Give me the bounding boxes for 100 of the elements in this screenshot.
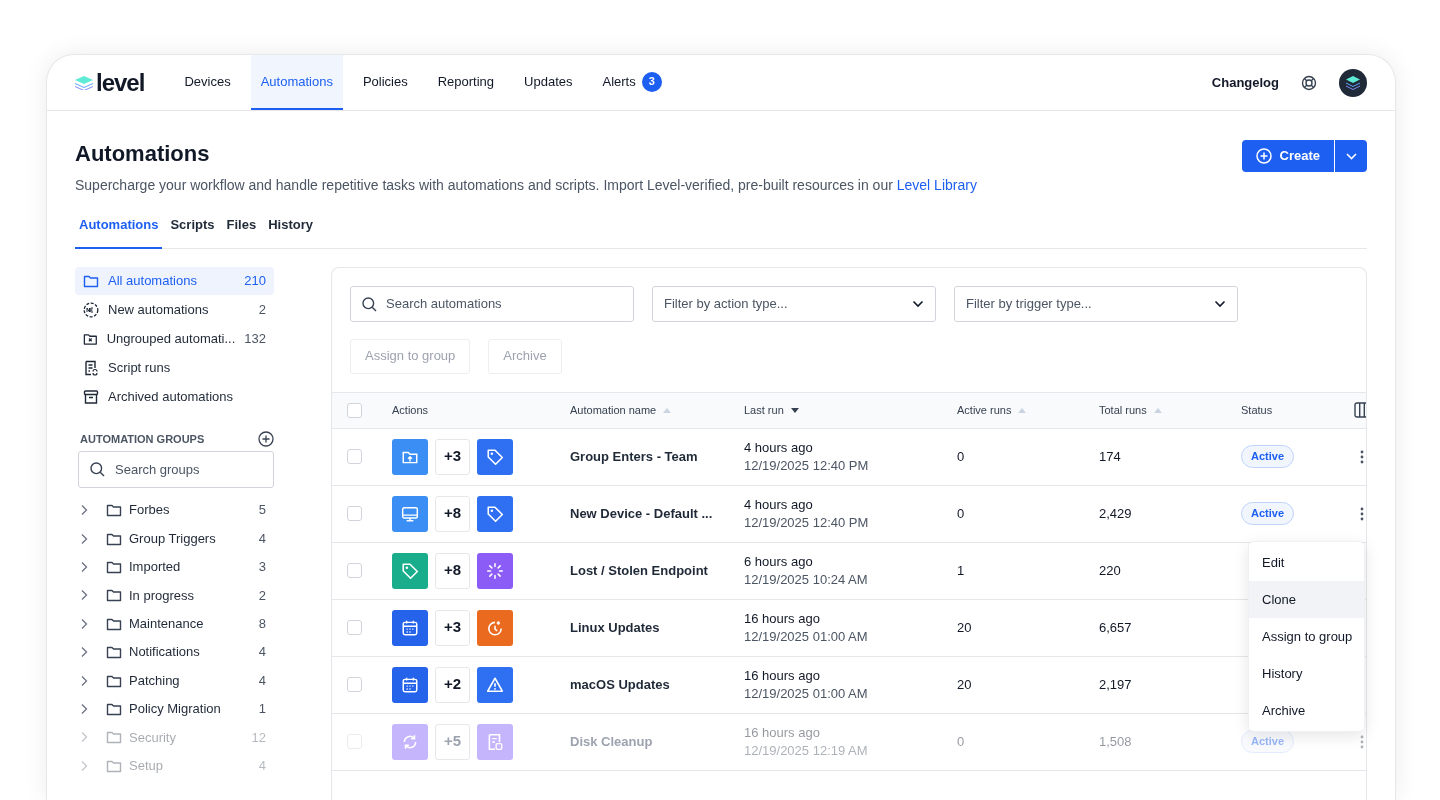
group-item[interactable]: Imported 3 [75, 552, 274, 582]
filter-dropdown[interactable]: Filter by action type... [652, 285, 936, 322]
nav-tab[interactable]: Policies [352, 55, 418, 110]
avatar[interactable] [1339, 68, 1367, 97]
checkbox[interactable] [347, 449, 362, 464]
table-cell: 174 [1099, 448, 1121, 464]
filter-dropdown[interactable]: Filter by trigger type... [954, 285, 1238, 322]
chevron-right-icon [80, 560, 88, 573]
table-cell-text: Linux Updates [570, 618, 661, 637]
action-tile[interactable] [477, 552, 513, 589]
more-actions-count[interactable]: +8 [435, 495, 470, 532]
menu-item[interactable]: Assign to group [1249, 618, 1364, 655]
group-item[interactable]: Policy Migration 1 [75, 694, 274, 724]
column-header[interactable]: Total runs [1099, 401, 1147, 419]
action-tile[interactable] [392, 438, 428, 475]
search-field[interactable]: Search automations [350, 285, 634, 322]
search-field[interactable]: Search groups [78, 451, 274, 488]
menu-item[interactable]: Edit [1249, 544, 1364, 581]
alert-count-badge: 3 [641, 71, 662, 92]
more-actions-count[interactable]: +3 [435, 438, 470, 475]
chevron-down-icon [1214, 299, 1226, 308]
more-actions-count[interactable]: +3 [435, 609, 470, 646]
action-tile[interactable] [392, 723, 428, 760]
checkbox[interactable] [347, 402, 362, 418]
table-cell-text: 12/19/2025 01:00 AM [744, 684, 869, 703]
sidebar-item[interactable]: Script runs [75, 353, 274, 382]
table-cell-text: 16 hours ago [744, 666, 821, 685]
column-header[interactable]: Active runs [957, 401, 1012, 419]
create-button[interactable]: Create [1241, 140, 1334, 172]
section-heading: AUTOMATION GROUPS [80, 431, 205, 447]
chevron-down-icon [912, 299, 924, 308]
action-tile[interactable] [477, 723, 513, 760]
column-header[interactable]: Actions [392, 401, 429, 419]
document-icon [486, 732, 504, 751]
column-header[interactable]: Last run [744, 401, 784, 419]
sidebar-item[interactable]: New automations 2 [75, 295, 274, 324]
sidebar-item[interactable]: All automations 210 [75, 266, 274, 295]
add-icon[interactable] [258, 430, 274, 447]
table-cell: 2,429 [1099, 505, 1132, 521]
status-badge: Active [1241, 445, 1295, 468]
group-item[interactable]: Group Triggers 4 [75, 524, 274, 553]
menu-item[interactable]: Clone [1249, 581, 1364, 618]
table-cell: 220 [1099, 562, 1121, 578]
sidebar-item[interactable]: Archived automations [75, 382, 274, 411]
tab[interactable]: History [264, 215, 317, 249]
nav-tab[interactable]: Alerts 3 [592, 55, 672, 110]
column-header[interactable]: Automation name [570, 401, 657, 419]
menu-item[interactable]: Archive [1249, 692, 1364, 729]
nav-tab[interactable]: Updates [514, 55, 583, 110]
action-tile[interactable] [392, 609, 428, 646]
checkbox[interactable] [347, 677, 362, 692]
archive-box-icon [83, 388, 99, 405]
sidebar-item[interactable]: Ungrouped automati... 132 [75, 324, 274, 353]
table-cell-text: Group Enters - Team [570, 447, 699, 466]
nav-tab[interactable]: Automations [250, 55, 343, 110]
more-vertical-icon[interactable] [1360, 506, 1364, 521]
action-tile[interactable] [392, 552, 428, 589]
group-item[interactable]: In progress 2 [75, 581, 274, 610]
more-actions-count[interactable]: +8 [435, 552, 470, 589]
tab[interactable]: Scripts [166, 215, 219, 249]
sort-down-icon[interactable] [790, 407, 799, 413]
folder-icon [105, 502, 123, 519]
tab[interactable]: Files [222, 215, 261, 249]
action-tile[interactable] [477, 666, 513, 703]
tab[interactable]: Automations [75, 215, 163, 249]
add-icon [1255, 148, 1272, 164]
caret-icon [1345, 152, 1357, 160]
action-tile[interactable] [392, 495, 428, 532]
table-cell-text: 16 hours ago [744, 609, 821, 628]
table-cell: 6,657 [1099, 619, 1132, 635]
folder-icon [105, 587, 123, 604]
library-link[interactable]: Level Library [896, 177, 977, 193]
table-cell-text: 12/19/2025 12:40 PM [744, 513, 870, 532]
checkbox[interactable] [347, 563, 362, 578]
spinner-icon [486, 561, 504, 580]
table-cell: 0 [957, 505, 965, 521]
folder-icon [105, 644, 123, 661]
columns-icon[interactable] [1354, 402, 1366, 418]
action-tile[interactable] [392, 666, 428, 703]
more-actions-count[interactable]: +2 [435, 666, 470, 703]
action-tile[interactable] [477, 495, 513, 532]
folder-icon [105, 729, 123, 746]
group-item[interactable]: Maintenance 8 [75, 609, 274, 638]
checkbox[interactable] [347, 620, 362, 635]
action-tile[interactable] [477, 609, 513, 646]
checkbox[interactable] [347, 506, 362, 521]
create-dropdown-button[interactable] [1335, 140, 1367, 172]
group-item[interactable]: Patching 4 [75, 666, 274, 695]
nav-tab[interactable]: Reporting [427, 55, 505, 110]
help-icon[interactable] [1301, 74, 1317, 91]
more-vertical-icon[interactable] [1360, 449, 1364, 464]
changelog-link[interactable]: Changelog [1211, 72, 1279, 93]
group-item[interactable]: Forbes 5 [75, 496, 274, 525]
menu-item[interactable]: History [1249, 655, 1364, 692]
table-cell-text: 12/19/2025 12:40 PM [744, 456, 870, 475]
group-item[interactable]: Notifications 4 [75, 637, 274, 667]
column-header[interactable]: Status [1241, 401, 1273, 419]
chevron-right-icon [80, 702, 88, 715]
action-tile[interactable] [477, 438, 513, 475]
nav-tab[interactable]: Devices [174, 55, 241, 110]
